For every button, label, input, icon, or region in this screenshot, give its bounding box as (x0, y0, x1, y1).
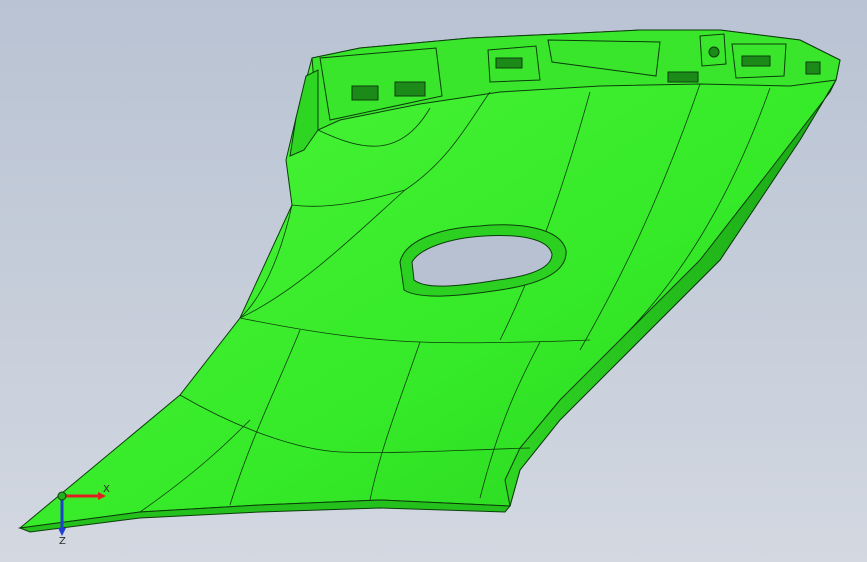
x-axis-label: X (103, 484, 110, 495)
coordinate-triad: X Z (57, 484, 110, 547)
clip-pocket-1 (351, 85, 379, 101)
z-axis-arrow (58, 528, 66, 536)
z-axis-label: Z (59, 536, 66, 547)
clip-pocket-4 (667, 71, 699, 83)
rail-hole (708, 46, 720, 58)
clip-pocket-3 (495, 57, 523, 69)
clip-pocket-5 (741, 55, 771, 67)
graphics-viewport[interactable]: X Z (0, 0, 867, 562)
3d-model-view[interactable] (0, 0, 867, 562)
clip-pocket-6 (805, 61, 821, 75)
y-axis-dot (57, 491, 67, 501)
clip-pocket-2 (394, 81, 426, 97)
